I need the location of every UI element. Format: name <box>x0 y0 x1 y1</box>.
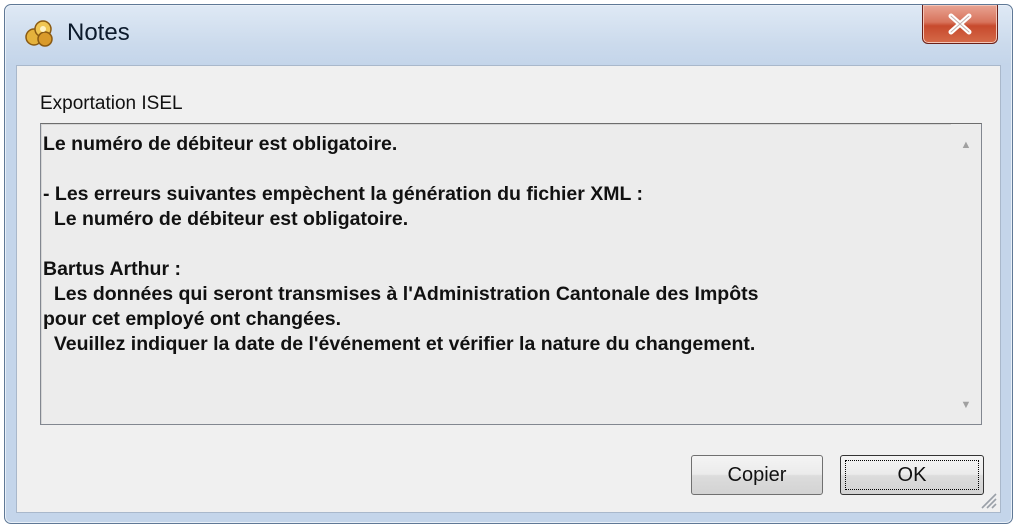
group-label: Exportation ISEL <box>40 93 183 114</box>
vertical-scrollbar[interactable]: ▲ ▼ <box>951 124 981 424</box>
window-title: Notes <box>67 19 130 46</box>
close-icon <box>948 13 972 35</box>
ok-button-label: OK <box>897 463 927 486</box>
copy-button[interactable]: Copier <box>691 455 823 495</box>
resize-grip-icon[interactable] <box>976 488 998 510</box>
title-bar[interactable]: Notes <box>5 5 1012 65</box>
message-text: Le numéro de débiteur est obligatoire. -… <box>43 133 759 355</box>
dialog-client-area: Exportation ISEL Le numéro de débiteur e… <box>16 65 1001 513</box>
close-button[interactable] <box>922 5 998 44</box>
scroll-down-arrow-icon[interactable]: ▼ <box>951 390 981 420</box>
ok-button[interactable]: OK <box>840 455 984 495</box>
notes-app-icon <box>25 20 53 47</box>
notes-dialog: Notes Exportation ISEL Le numéro de débi… <box>4 4 1013 524</box>
message-textbox[interactable]: Le numéro de débiteur est obligatoire. -… <box>40 123 982 425</box>
scroll-up-arrow-icon[interactable]: ▲ <box>951 130 981 160</box>
